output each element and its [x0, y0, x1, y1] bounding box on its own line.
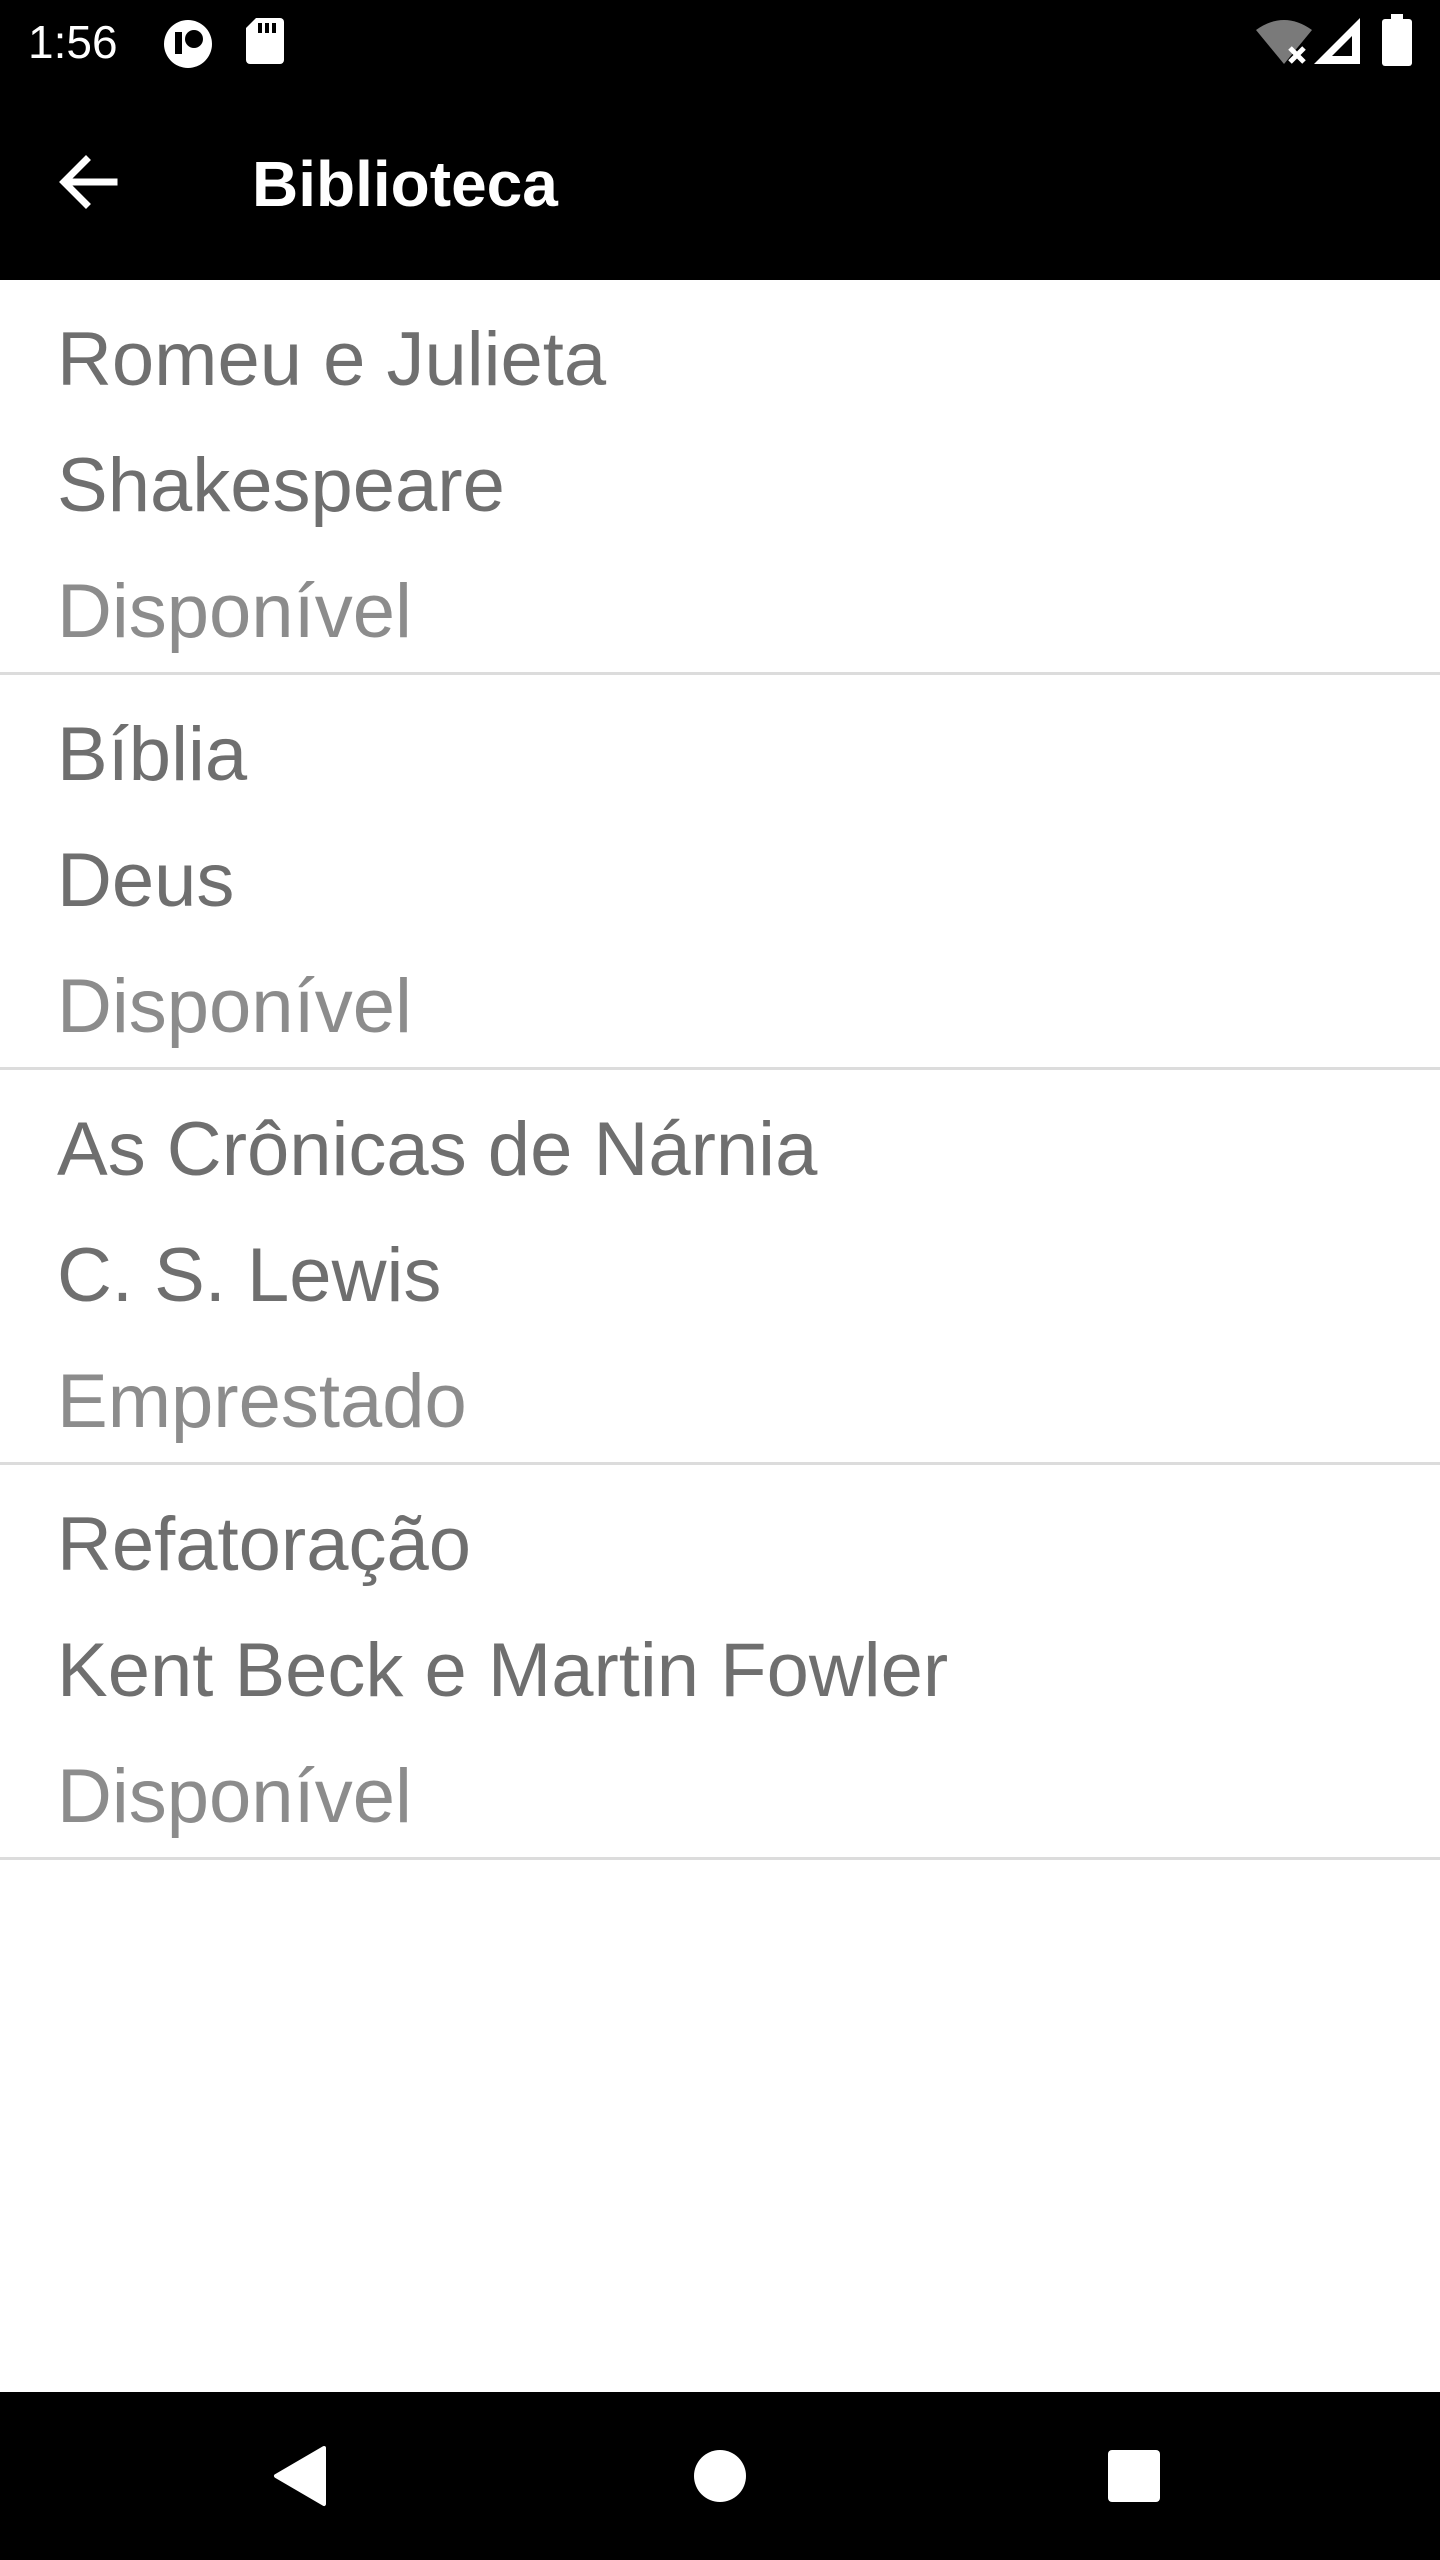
book-author: Deus	[57, 838, 235, 923]
book-author: C. S. Lewis	[57, 1233, 442, 1318]
nav-back-button[interactable]	[240, 2426, 360, 2526]
book-status: Emprestado	[57, 1359, 467, 1444]
status-time: 1:56	[28, 16, 118, 68]
sd-card-icon	[246, 18, 284, 64]
list-item[interactable]: As Crônicas de Nárnia C. S. Lewis Empres…	[0, 1070, 1440, 1465]
battery-icon	[1382, 14, 1412, 66]
status-bar: 1:56	[0, 0, 1440, 84]
list-item[interactable]: Romeu e Julieta Shakespeare Disponível	[0, 280, 1440, 675]
cellular-signal-icon	[1314, 18, 1360, 64]
wifi-off-icon	[1256, 20, 1312, 64]
recents-square-icon	[1108, 2450, 1160, 2502]
book-status: Disponível	[57, 569, 412, 654]
book-title: Refatoração	[57, 1502, 472, 1587]
app-bar: Biblioteca	[0, 84, 1440, 280]
book-title: Romeu e Julieta	[57, 317, 607, 402]
back-button[interactable]	[36, 130, 140, 234]
back-triangle-icon	[274, 2446, 326, 2506]
book-status: Disponível	[57, 1754, 412, 1839]
arrow-back-icon	[59, 155, 118, 209]
list-item[interactable]: Refatoração Kent Beck e Martin Fowler Di…	[0, 1465, 1440, 1860]
navigation-bar	[0, 2392, 1440, 2560]
nav-recents-button[interactable]	[1074, 2426, 1194, 2526]
book-author: Shakespeare	[57, 443, 505, 528]
book-status: Disponível	[57, 964, 412, 1049]
book-list: Romeu e Julieta Shakespeare Disponível B…	[0, 280, 1440, 1860]
home-circle-icon	[694, 2450, 746, 2502]
book-author: Kent Beck e Martin Fowler	[57, 1628, 949, 1713]
book-title: Bíblia	[57, 712, 248, 797]
sync-circle-icon	[164, 20, 212, 68]
list-item[interactable]: Bíblia Deus Disponível	[0, 675, 1440, 1070]
page-title: Biblioteca	[252, 148, 558, 220]
book-title: As Crônicas de Nárnia	[57, 1107, 818, 1192]
nav-home-button[interactable]	[660, 2426, 780, 2526]
